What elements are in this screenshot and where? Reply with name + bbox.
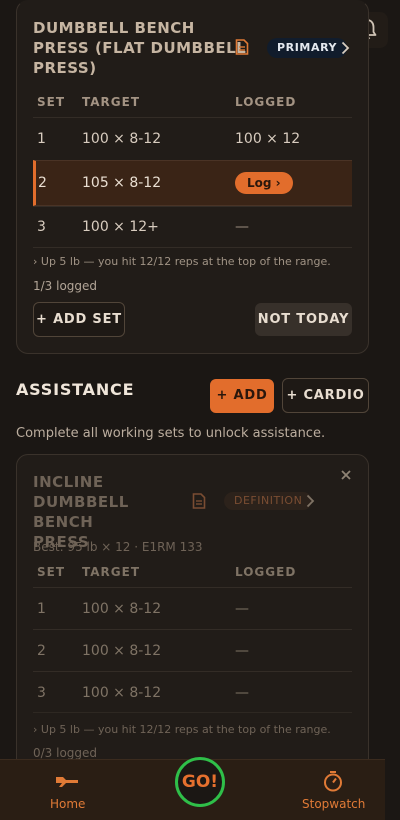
primary-badge: PRIMARY (267, 38, 348, 58)
assistance-title: ASSISTANCE (16, 380, 135, 399)
set-logged: 100 × 12 (235, 131, 301, 147)
set-row-1: 1 100 × 8-12 — (33, 587, 352, 629)
set-target: 100 × 8-12 (82, 131, 162, 147)
assistance-exercise-card: INCLINE DUMBBELL BENCH PRESS DEFINITION … (16, 454, 369, 774)
dumbbell-icon (56, 777, 78, 787)
set-logged: — (235, 643, 249, 659)
set-number: 3 (37, 219, 46, 235)
set-target: 100 × 12+ (82, 219, 159, 235)
primary-exercise-card: DUMBBELL BENCH PRESS (FLAT DUMBBELL PRES… (16, 0, 369, 354)
chevron-right-icon[interactable] (305, 494, 315, 508)
definition-badge: DEFINITION (224, 492, 313, 510)
header-target: TARGET (82, 95, 141, 109)
stopwatch-icon (324, 771, 342, 792)
title-line-1: DUMBBELL BENCH (33, 19, 195, 37)
set-row-3: 3 100 × 8-12 — (33, 671, 352, 713)
header-set: SET (37, 565, 66, 579)
title-line-1: INCLINE (33, 473, 104, 491)
set-row-3[interactable]: 3 100 × 12+ — (33, 206, 352, 248)
note-icon[interactable] (192, 493, 206, 509)
assistance-subtitle: Complete all working sets to unlock assi… (16, 426, 326, 441)
chevron-right-icon[interactable] (340, 41, 350, 55)
set-row-2: 2 100 × 8-12 — (33, 629, 352, 671)
title-line-2: PRESS (FLAT DUMBBELL (33, 39, 247, 57)
nav-stopwatch-label: Stopwatch (302, 797, 366, 811)
set-row-2[interactable]: 2 105 × 8-12 Log › (33, 160, 352, 206)
logged-count: 0/3 logged (33, 746, 98, 760)
nav-home[interactable]: Home (40, 768, 96, 816)
nav-stopwatch[interactable]: Stopwatch (296, 768, 370, 816)
note-icon[interactable] (235, 39, 249, 55)
header-set: SET (37, 95, 66, 109)
set-number: 2 (38, 175, 47, 191)
set-row-1[interactable]: 1 100 × 8-12 100 × 12 (33, 117, 352, 160)
title-line-3: PRESS) (33, 59, 97, 77)
close-icon[interactable] (341, 470, 351, 480)
set-logged: — (235, 601, 249, 617)
set-number: 1 (37, 601, 46, 617)
header-target: TARGET (82, 565, 141, 579)
title-line-2: DUMBBELL BENCH (33, 493, 129, 531)
add-set-button[interactable]: + ADD SET (33, 302, 125, 337)
set-target: 100 × 8-12 (82, 643, 162, 659)
not-today-button[interactable]: NOT TODAY (255, 303, 352, 336)
set-number: 1 (37, 131, 46, 147)
set-logged: — (235, 219, 249, 235)
set-number: 2 (37, 643, 46, 659)
set-logged: — (235, 685, 249, 701)
set-target: 100 × 8-12 (82, 685, 162, 701)
set-target: 100 × 8-12 (82, 601, 162, 617)
exercise-title[interactable]: DUMBBELL BENCH PRESS (FLAT DUMBBELL PRES… (33, 18, 247, 78)
best-stat: Best: 95 lb × 12 · E1RM 133 (33, 540, 203, 554)
set-number: 3 (37, 685, 46, 701)
header-logged: LOGGED (235, 95, 297, 109)
set-target: 105 × 8-12 (82, 175, 162, 191)
progression-hint: › Up 5 lb — you hit 12/12 reps at the to… (33, 723, 331, 736)
go-button[interactable]: GO! (175, 757, 225, 807)
header-logged: LOGGED (235, 565, 297, 579)
add-cardio-button[interactable]: + CARDIO (282, 378, 369, 413)
logged-count: 1/3 logged (33, 279, 98, 293)
log-set-button[interactable]: Log › (235, 172, 293, 194)
add-assistance-button[interactable]: + ADD (210, 379, 274, 413)
progression-hint[interactable]: › Up 5 lb — you hit 12/12 reps at the to… (33, 255, 331, 268)
nav-home-label: Home (50, 797, 86, 811)
